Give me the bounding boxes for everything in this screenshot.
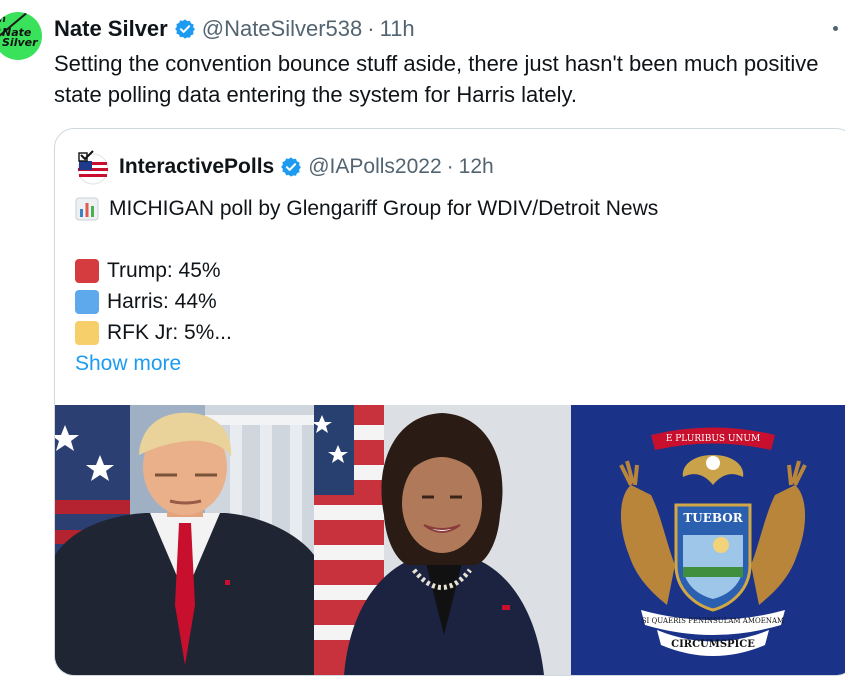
seal-motto-top: E PLURIBUS UNUM [666,434,760,444]
result-row-harris: Harris: 44% [75,286,835,317]
tweet-text: Setting the convention bounce stuff asid… [54,51,819,107]
more-options-icon[interactable] [833,26,838,31]
quote-timestamp[interactable]: 12h [459,155,494,179]
quote-header: InteractivePolls @IAPolls2022 · 12h [75,149,494,185]
bar-chart-emoji-icon [75,197,99,220]
handle[interactable]: @NateSilver538 [202,16,363,42]
avatar-logo-text-2: Nate Silver [2,26,38,49]
show-more-link[interactable]: Show more [75,348,181,379]
result-label: Harris: 44% [107,290,217,313]
red-square-icon [75,258,99,283]
avatar[interactable]: the NateSilver [0,12,42,60]
result-label: Trump: 45% [107,259,221,282]
quoted-tweet[interactable]: InteractivePolls @IAPolls2022 · 12h MICH… [54,128,845,676]
tweet-header: Nate Silver @NateSilver538 · 11h [54,14,415,44]
seal-motto-bottom: SI QUAERIS PENINSULAM AMOENAM [642,617,784,625]
seal-shield-word: TUEBOR [683,511,743,525]
seal-motto-circumspice: CIRCUMSPICE [671,639,755,650]
media-image-michigan-flag[interactable]: E PLURIBUS UNUM TUEBOR SI QUAERIS PENINS… [571,405,845,675]
quote-text: MICHIGAN poll by Glengariff Group for WD… [75,193,835,379]
trump-portrait-illustration [55,405,314,675]
result-row-rfk: RFK Jr: 5%... [75,317,835,348]
interactivepolls-avatar-icon[interactable] [75,149,111,185]
poll-headline-line: MICHIGAN poll by Glengariff Group for WD… [75,193,835,224]
display-name[interactable]: Nate Silver [54,16,168,42]
blue-square-icon [75,289,99,314]
media-image-trump[interactable] [55,405,314,675]
result-row-trump: Trump: 45% [75,255,835,286]
tweet[interactable]: the NateSilver Nate Silver @NateSilver53… [0,0,845,684]
quote-display-name[interactable]: InteractivePolls [119,155,274,179]
separator-dot: · [367,16,375,41]
timestamp[interactable]: 11h [380,16,415,42]
poll-headline: MICHIGAN poll by Glengariff Group for WD… [109,197,659,220]
verified-badge-icon [281,157,302,177]
media-image-harris[interactable] [314,405,571,675]
verified-badge-icon [174,19,195,39]
yellow-square-icon [75,320,99,345]
quote-handle[interactable]: @IAPolls2022 [308,155,441,179]
harris-portrait-illustration [314,405,571,675]
separator-dot: · [446,155,454,178]
show-more-row: Show more [75,348,835,379]
result-label: RFK Jr: 5%... [107,321,232,344]
michigan-seal-illustration: E PLURIBUS UNUM TUEBOR SI QUAERIS PENINS… [571,405,845,675]
quote-media[interactable]: E PLURIBUS UNUM TUEBOR SI QUAERIS PENINS… [55,405,845,675]
